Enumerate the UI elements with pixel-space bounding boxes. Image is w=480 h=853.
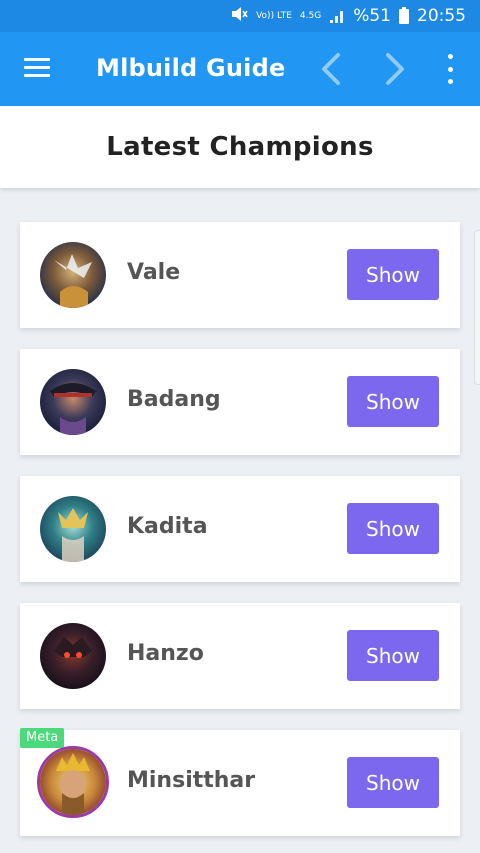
show-button[interactable]: Show [347,757,439,808]
champion-card-minsitthar: Meta Minsitthar Show [20,728,460,836]
champion-name: Kadita [127,514,208,539]
champion-card-kadita: Kadita Show [20,476,460,582]
scroll-indicator [474,230,480,385]
champion-name: Hanzo [127,641,204,666]
champion-avatar [40,623,106,689]
clock: 20:55 [417,6,466,26]
signal-icon [329,9,345,23]
app-bar: Mlbuild Guide [0,32,480,106]
champion-avatar [37,746,109,818]
volte-label: Vo)) LTE [256,10,292,21]
page-title: Latest Champions [106,132,374,162]
champion-card-vale: Vale Show [20,222,460,328]
app-title: Mlbuild Guide [96,54,286,82]
show-button[interactable]: Show [347,376,439,427]
show-button[interactable]: Show [347,503,439,554]
champion-avatar [40,496,106,562]
mute-icon [230,6,248,27]
more-vert-icon[interactable] [443,54,457,84]
champion-name: Badang [127,387,221,412]
champion-avatar [40,242,106,308]
meta-badge: Meta [20,728,65,748]
chevron-left-icon[interactable] [316,52,346,86]
menu-icon[interactable] [24,58,50,78]
champion-name: Minsitthar [127,768,256,793]
battery-percent: %51 [353,6,391,26]
champion-name: Vale [127,260,181,285]
battery-icon [399,6,409,24]
show-button[interactable]: Show [347,249,439,300]
champion-avatar [40,369,106,435]
champion-card-badang: Badang Show [20,349,460,455]
page-header: Latest Champions [0,106,480,188]
status-bar: Vo)) LTE 4.5G %51 20:55 [0,0,480,32]
show-button[interactable]: Show [347,630,439,681]
chevron-right-icon[interactable] [380,52,410,86]
champion-card-hanzo: Hanzo Show [20,603,460,709]
network-label: 4.5G [299,10,322,21]
